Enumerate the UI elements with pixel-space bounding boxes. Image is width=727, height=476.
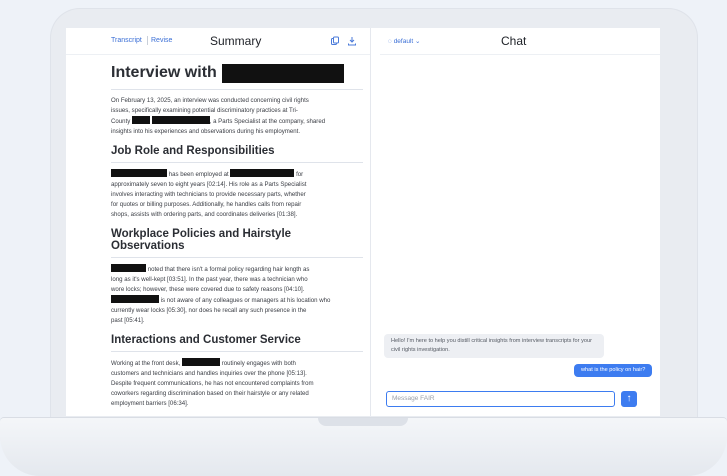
- assistant-message: Hello! I'm here to help you distill crit…: [384, 334, 604, 358]
- text-line: past [05:41].: [111, 317, 145, 324]
- divider: [111, 162, 363, 163]
- redaction-bar: [132, 116, 151, 124]
- redaction-bar: [111, 264, 146, 272]
- section-heading: Workplace Policies and Hairstyle Observa…: [111, 228, 292, 252]
- text-fragment: is not aware of any colleagues or manage…: [160, 297, 331, 304]
- section-paragraph: Working at the front desk, routinely eng…: [111, 358, 363, 409]
- model-selector-label: default: [393, 38, 414, 45]
- user-message: what is the policy on hair?: [574, 364, 653, 377]
- text-line: coworkers regarding discrimination based…: [111, 390, 309, 397]
- redaction-bar: [230, 169, 295, 177]
- text-line: shops, assists with ordering parts, and …: [111, 211, 298, 218]
- text-line: Despite frequent communications, he has …: [111, 380, 314, 387]
- text-fragment: has been employed at: [168, 171, 229, 178]
- document-title: Interview with: [111, 62, 363, 84]
- text-line: insights into his experiences and observ…: [111, 128, 301, 135]
- chat-title: Chat: [501, 34, 527, 48]
- text-line: employment barriers [06:34].: [111, 400, 189, 407]
- chevron-down-icon: ⌄: [415, 38, 421, 45]
- text-line: wore locks; however, these were covered …: [111, 286, 305, 293]
- app-screen: Transcript Revise Summary Interview with…: [66, 28, 660, 416]
- summary-document: Interview with On February 13, 2025, an …: [111, 62, 363, 416]
- redaction-bar: [111, 169, 167, 177]
- text-line: is not aware of any colleagues or manage…: [111, 295, 363, 306]
- summary-header: Transcript Revise Summary: [66, 28, 370, 55]
- text-line: issues, specifically examining potential…: [111, 107, 298, 114]
- text-line: long as it's well-kept [03:51]. In the p…: [111, 276, 308, 283]
- redaction-bar: [111, 295, 159, 303]
- text-line: approximately seven to eight years [02:1…: [111, 181, 307, 188]
- tab-revise[interactable]: Revise: [151, 37, 172, 44]
- intro-paragraph: On February 13, 2025, an interview was c…: [111, 96, 363, 137]
- document-title-text: Interview with: [111, 64, 217, 81]
- section-paragraph: noted that there isn't a formal policy r…: [111, 264, 363, 326]
- chat-bubble-icon: ◌: [388, 38, 392, 45]
- divider: [111, 257, 363, 258]
- section-heading: Interactions and Customer Service: [111, 334, 301, 346]
- redaction-bar: [221, 63, 344, 83]
- chat-header: ◌ default ⌄ Chat: [380, 28, 660, 55]
- redaction-bar: [182, 358, 221, 366]
- section-paragraph: has been employed at for approximately s…: [111, 169, 363, 220]
- text-fragment: routinely engages with both: [221, 360, 296, 367]
- copy-icon[interactable]: [330, 36, 340, 46]
- text-line: involves interacting with technicians to…: [111, 191, 306, 198]
- summary-title: Summary: [210, 34, 262, 48]
- text-fragment: Working at the front desk,: [111, 360, 181, 367]
- text-line: currently wear locks [05:30], nor does h…: [111, 307, 307, 314]
- download-icon[interactable]: [347, 36, 357, 46]
- text-line: customers and technicians and handles in…: [111, 370, 307, 377]
- tab-transcript[interactable]: Transcript: [111, 37, 142, 44]
- message-input[interactable]: Message FAIR: [386, 391, 615, 407]
- divider: [111, 351, 363, 352]
- tab-divider: [147, 36, 148, 45]
- model-selector[interactable]: ◌ default ⌄: [388, 37, 420, 45]
- summary-pane: Transcript Revise Summary Interview with…: [66, 28, 371, 416]
- text-line: noted that there isn't a formal policy r…: [111, 264, 363, 275]
- divider: [111, 89, 363, 90]
- laptop-notch: [318, 418, 408, 426]
- text-line: On February 13, 2025, an interview was c…: [111, 97, 309, 104]
- text-line: has been employed at for: [111, 169, 363, 180]
- text-line: for quotes or billing purposes. Addition…: [111, 201, 302, 208]
- redaction-bar: [151, 116, 210, 124]
- text-line: County , a Parts Specialist at the compa…: [111, 116, 363, 127]
- text-fragment: noted that there isn't a formal policy r…: [147, 266, 310, 273]
- text-fragment: for: [296, 171, 304, 178]
- text-fragment: County: [111, 118, 131, 125]
- text-fragment: , a Parts Specialist at the company, sha…: [209, 118, 326, 125]
- laptop-base: [0, 418, 727, 476]
- chat-pane: ◌ default ⌄ Chat Hello! I'm here to help…: [380, 28, 660, 416]
- arrow-up-icon: ↑: [626, 393, 632, 404]
- text-line: Working at the front desk, routinely eng…: [111, 358, 363, 369]
- section-heading: Job Role and Responsibilities: [111, 145, 275, 157]
- send-button[interactable]: ↑: [621, 391, 637, 407]
